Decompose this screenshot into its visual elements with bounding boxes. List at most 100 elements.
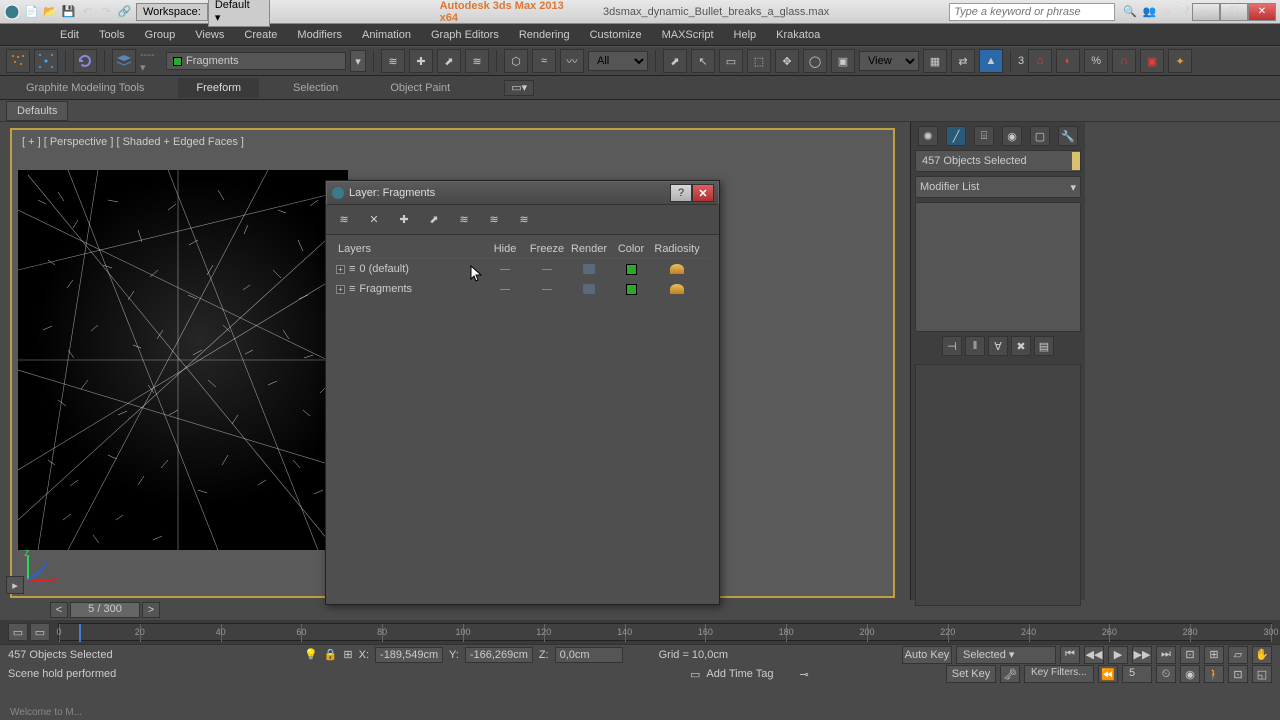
hide-cell[interactable]: [484, 289, 526, 290]
prev-frame-icon[interactable]: ◀◀: [1084, 646, 1104, 664]
lock-icon[interactable]: 🔒: [324, 648, 338, 661]
menu-create[interactable]: Create: [234, 26, 287, 44]
dlg-hide-icon[interactable]: ≋: [484, 210, 504, 230]
select-object-icon[interactable]: ⬈: [663, 49, 687, 73]
dialog-titlebar[interactable]: Layer: Fragments ? ✕: [326, 181, 719, 205]
render-cell[interactable]: [568, 284, 610, 294]
open-icon[interactable]: 📂: [43, 4, 58, 20]
min-max-toggle-icon[interactable]: ◱: [1252, 665, 1272, 683]
radiosity-cell[interactable]: [652, 264, 702, 274]
menu-graph-editors[interactable]: Graph Editors: [421, 26, 509, 44]
time-prev-button[interactable]: <: [50, 602, 68, 618]
menu-krakatoa[interactable]: Krakatoa: [766, 26, 830, 44]
link-icon[interactable]: 🔗: [117, 4, 132, 20]
favorite-icon[interactable]: ☆: [1162, 5, 1172, 18]
particle-icon[interactable]: [6, 49, 30, 73]
save-icon[interactable]: 💾: [61, 4, 76, 20]
menu-customize[interactable]: Customize: [580, 26, 652, 44]
tab-graphite[interactable]: Graphite Modeling Tools: [8, 78, 162, 98]
play-icon[interactable]: ▶: [1108, 646, 1128, 664]
header-render[interactable]: Render: [568, 243, 610, 255]
rotate-icon[interactable]: ◯: [803, 49, 827, 73]
transform-type-icon[interactable]: ⊞: [343, 648, 352, 661]
y-coord-input[interactable]: [465, 647, 533, 663]
dlg-freeze-icon[interactable]: ≋: [514, 210, 534, 230]
layer-selector[interactable]: Fragments: [166, 52, 346, 70]
expand-icon[interactable]: +: [336, 285, 345, 294]
keyfilters-button[interactable]: Key Filters...: [1024, 665, 1094, 683]
select-region-icon[interactable]: ▭: [719, 49, 743, 73]
frame-field[interactable]: 5: [1122, 665, 1152, 683]
communication-icon[interactable]: 👥: [1143, 5, 1157, 18]
pin-stack-icon[interactable]: ⊣: [942, 336, 962, 356]
configure-sets-icon[interactable]: ▤: [1034, 336, 1054, 356]
timetag-icon[interactable]: ▭: [690, 668, 700, 681]
render-cell[interactable]: [568, 264, 610, 274]
timeline-btn1[interactable]: ▭: [8, 623, 28, 641]
orbit-icon[interactable]: ◉: [1180, 665, 1200, 683]
add-icon[interactable]: ✚: [409, 49, 433, 73]
modify-tab-icon[interactable]: ╱: [946, 126, 966, 146]
layer-props-icon[interactable]: ≋: [465, 49, 489, 73]
dlg-select-icon[interactable]: ⬈: [424, 210, 444, 230]
help-icon[interactable]: ❔: [1178, 5, 1192, 18]
x-coord-input[interactable]: [375, 647, 443, 663]
redo-icon[interactable]: ↷: [99, 4, 114, 20]
key-icon[interactable]: 🗝: [1000, 665, 1020, 683]
menu-help[interactable]: Help: [724, 26, 767, 44]
modifier-stack[interactable]: [915, 202, 1081, 332]
header-color[interactable]: Color: [610, 243, 652, 255]
dialog-help-button[interactable]: ?: [670, 184, 692, 202]
lightbulb-icon[interactable]: 💡: [304, 648, 318, 661]
keymode-dropdown[interactable]: Selected ▾: [956, 646, 1056, 664]
layer-manager-icon[interactable]: [112, 49, 136, 73]
menu-edit[interactable]: Edit: [50, 26, 89, 44]
wave-icon[interactable]: 〰: [560, 49, 584, 73]
prev-key-icon[interactable]: ⏪: [1098, 665, 1118, 683]
minimize-button[interactable]: —: [1192, 3, 1220, 21]
menu-maxscript[interactable]: MAXScript: [652, 26, 724, 44]
timeline-btn2[interactable]: ▭: [30, 623, 50, 641]
header-radiosity[interactable]: Radiosity: [652, 243, 702, 255]
show-end-icon[interactable]: ‖: [965, 336, 985, 356]
freeze-cell[interactable]: [526, 269, 568, 270]
freeze-cell[interactable]: [526, 289, 568, 290]
menu-views[interactable]: Views: [185, 26, 234, 44]
dlg-highlight-icon[interactable]: ≋: [454, 210, 474, 230]
dlg-delete-icon[interactable]: ✕: [364, 210, 384, 230]
align-icon[interactable]: ▲: [979, 49, 1003, 73]
snap-icon[interactable]: [34, 49, 58, 73]
viewport-label[interactable]: [ + ] [ Perspective ] [ Shaded + Edged F…: [16, 132, 250, 152]
maximize-viewport-icon[interactable]: ⊡: [1228, 665, 1248, 683]
refresh-icon[interactable]: [73, 49, 97, 73]
motion-tab-icon[interactable]: ◉: [1002, 126, 1022, 146]
goto-start-icon[interactable]: ⏮: [1060, 646, 1080, 664]
color-cell[interactable]: [610, 284, 652, 295]
zoom-all-icon[interactable]: ⊞: [1204, 646, 1224, 664]
mirror-icon[interactable]: ⇄: [951, 49, 975, 73]
spinner-snap-icon[interactable]: ▣: [1140, 49, 1164, 73]
radiosity-cell[interactable]: [652, 284, 702, 294]
goto-end-icon[interactable]: ⏭: [1156, 646, 1176, 664]
time-config-icon[interactable]: ⏲: [1156, 665, 1176, 683]
reference-dropdown[interactable]: View: [859, 51, 919, 71]
axis-icon[interactable]: ✦: [1168, 49, 1192, 73]
z-coord-input[interactable]: [555, 647, 623, 663]
layer-row[interactable]: + ≡ Fragments: [334, 279, 711, 299]
create-tab-icon[interactable]: ✺: [918, 126, 938, 146]
autokey-button[interactable]: Auto Key: [902, 646, 952, 664]
search-input[interactable]: [949, 3, 1115, 21]
walk-icon[interactable]: 🚶: [1204, 665, 1224, 683]
layer-row[interactable]: + ≡ 0 (default): [334, 259, 711, 279]
new-icon[interactable]: 📄: [24, 4, 39, 20]
dialog-close-button[interactable]: ✕: [692, 184, 714, 202]
menu-rendering[interactable]: Rendering: [509, 26, 580, 44]
angle-snap-icon[interactable]: ◐: [1056, 49, 1080, 73]
time-slider-handle[interactable]: 5 / 300: [70, 602, 140, 618]
header-freeze[interactable]: Freeze: [526, 243, 568, 255]
filter-dropdown[interactable]: All: [588, 51, 648, 71]
curve-icon[interactable]: ≈: [532, 49, 556, 73]
menu-modifiers[interactable]: Modifiers: [287, 26, 352, 44]
tab-selection[interactable]: Selection: [275, 78, 356, 98]
maximize-button[interactable]: ☐: [1220, 3, 1248, 21]
